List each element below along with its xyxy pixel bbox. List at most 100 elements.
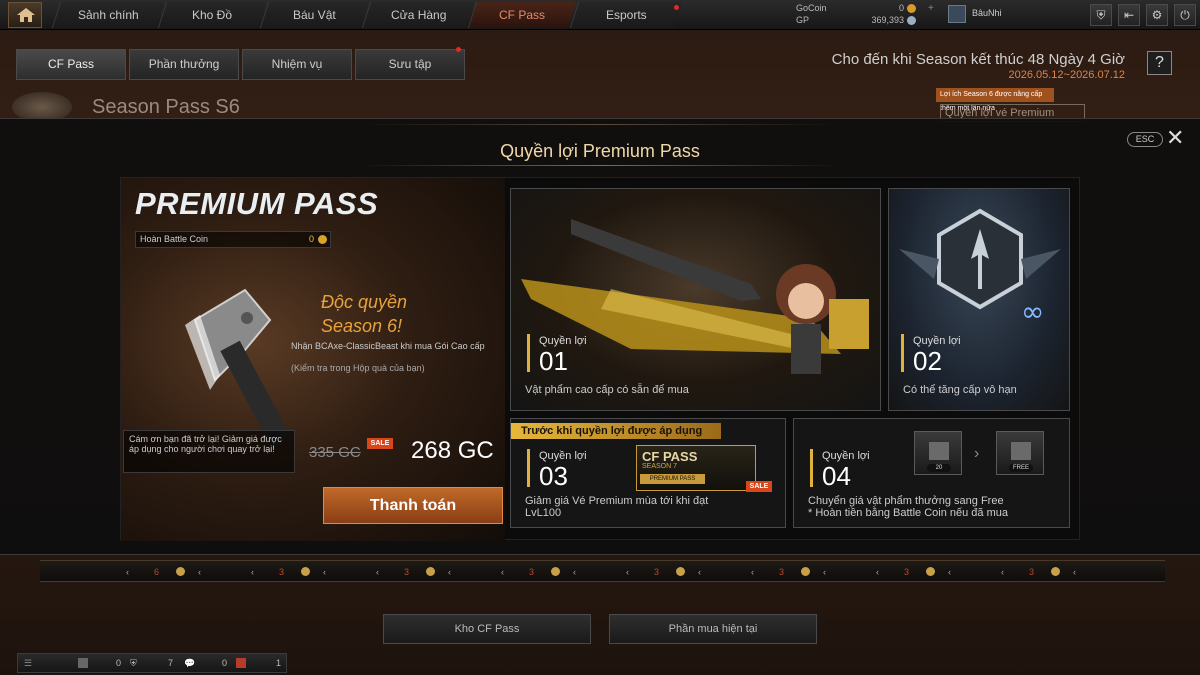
home-button[interactable] xyxy=(8,2,42,28)
notification-dot xyxy=(456,47,461,52)
gocoin-label: GoCoin xyxy=(796,3,827,13)
exclusive-note: (Kiểm tra trong Hộp quà của bạn) xyxy=(291,363,425,373)
reward-box-paid: 20 xyxy=(914,431,962,475)
title-divider xyxy=(360,165,840,166)
bottom-status-bar: ☰ 0 ⛨ 7 💬 0 1 xyxy=(17,653,287,673)
track-item[interactable]: ‹ 3 ‹ xyxy=(493,561,618,583)
background-ribbon: Lợi ích Season 6 được nâng cấp thêm một … xyxy=(936,88,1054,112)
user-name: BâuNhi xyxy=(972,8,1002,18)
coin-icon xyxy=(176,567,185,576)
benefit-description: Vật phẩm cao cấp có sẵn để mua xyxy=(525,384,689,396)
title-divider-top xyxy=(360,124,840,125)
subtab-collection[interactable]: Sưu tập xyxy=(355,49,465,80)
exclusive-description: Nhận BCAxe-ClassicBeast khi mua Gói Cao … xyxy=(291,341,485,351)
checkout-button[interactable]: Thanh toán xyxy=(323,487,503,524)
power-icon[interactable]: ⏻ xyxy=(1174,4,1196,26)
help-button[interactable]: ? xyxy=(1147,51,1172,75)
chat-icon[interactable]: 💬 xyxy=(184,658,195,669)
battle-coin-icon xyxy=(318,235,327,244)
original-price: 335 GC xyxy=(309,444,361,461)
shield-small-icon[interactable]: ⛨ xyxy=(130,658,137,669)
premium-pass-title: PREMIUM PASS xyxy=(135,186,379,221)
benefit-card-03: Trước khi quyền lợi được áp dụng Quyền l… xyxy=(510,418,786,528)
nav-tab-treasure[interactable]: Báu Vật xyxy=(259,2,369,28)
top-navigation-bar: Sảnh chính Kho Đồ Báu Vật Cửa Hàng CF Pa… xyxy=(0,0,1200,30)
returner-discount-note: Cám ơn bạn đã trở lại! Giảm giá được áp … xyxy=(123,430,295,473)
next-season-pass-ticket: CF PASS SEASON 7 PREMIUM PASS xyxy=(636,445,756,491)
menu-list-icon[interactable]: ☰ xyxy=(24,658,32,669)
nav-tab-esports[interactable]: Esports xyxy=(569,2,683,28)
pass-title: CF PASS xyxy=(642,449,698,464)
refund-value: 0 xyxy=(308,234,314,244)
track-item[interactable]: ‹ 3 ‹ xyxy=(868,561,993,583)
benefit-description: Có thể tăng cấp vô hạn xyxy=(903,384,1017,396)
season-date-range: 2026.05.12~2026.07.12 xyxy=(1008,69,1125,81)
pre-apply-header: Trước khi quyền lợi được áp dụng xyxy=(511,423,721,439)
home-icon xyxy=(17,8,35,22)
sale-badge: SALE xyxy=(367,438,393,449)
pass-premium-label: PREMIUM PASS xyxy=(640,474,705,484)
gift-icon[interactable] xyxy=(236,658,246,668)
benefit-card-04: Quyền lợi 04 20 › FREE Chuyển giá vật ph… xyxy=(793,418,1070,528)
counter-3: 0 xyxy=(222,658,228,668)
exclusive-heading-2: Season 6! xyxy=(321,316,403,336)
modal-title: Quyền lợi Premium Pass xyxy=(500,141,700,161)
background-season-title: Season Pass S6 xyxy=(92,96,240,118)
nav-tab-shop[interactable]: Cửa Hàng xyxy=(361,2,475,28)
track-item[interactable]: ‹ 3 ‹ xyxy=(368,561,493,583)
nav-tab-inventory[interactable]: Kho Đồ xyxy=(157,2,267,28)
exit-room-icon[interactable]: ⇤ xyxy=(1118,4,1140,26)
nav-tab-cf-pass[interactable]: CF Pass xyxy=(467,2,577,28)
infinity-icon: ∞ xyxy=(1021,295,1044,328)
subtab-cf-pass[interactable]: CF Pass xyxy=(16,49,126,80)
box-price: FREE xyxy=(1009,464,1033,472)
shield-icon[interactable]: ⛨ xyxy=(1090,4,1112,26)
benefit-number: 04 xyxy=(822,461,851,491)
track-item[interactable]: ‹ 3 ‹ xyxy=(243,561,368,583)
user-profile[interactable]: BâuNhi xyxy=(948,4,1068,26)
counter-4: 1 xyxy=(276,658,282,668)
premium-benefits-modal: Quyền lợi Premium Pass ESC ✕ PREMIUM PAS… xyxy=(0,118,1200,555)
benefit-number: 03 xyxy=(539,461,568,491)
gocoin-value: 0 xyxy=(898,3,904,13)
arrow-right-icon: › xyxy=(974,445,980,462)
premium-pass-section: PREMIUM PASS Hoàn Battle Coin 0 Độc quyề… xyxy=(121,178,505,541)
subtab-rewards[interactable]: Phần thưởng xyxy=(129,49,239,80)
benefit-accent-bar xyxy=(527,334,530,372)
coin-icon xyxy=(801,567,810,576)
exclusive-heading-1: Độc quyền xyxy=(321,292,408,312)
benefit-accent-bar xyxy=(901,334,904,372)
nav-tab-lobby[interactable]: Sảnh chính xyxy=(51,2,165,28)
benefit-accent-bar xyxy=(527,449,530,487)
reward-track: ‹ 6 ‹ ‹ 3 ‹ ‹ 3 ‹ ‹ 3 ‹ ‹ 3 ‹ ‹ 3 ‹ ‹ 3 ‹ ‹ 3 ‹ xyxy=(40,560,1165,582)
benefit-card-02: ∞ Quyền lợi 02 Có thể tăng cấp vô hạn xyxy=(888,188,1070,411)
cf-pass-storage-button[interactable]: Kho CF Pass xyxy=(383,614,591,644)
gp-label: GP xyxy=(796,15,810,25)
track-item[interactable]: ‹ 3 ‹ xyxy=(618,561,743,583)
gear-icon[interactable]: ⚙ xyxy=(1146,4,1168,26)
benefits-panel: PREMIUM PASS Hoàn Battle Coin 0 Độc quyề… xyxy=(120,177,1080,541)
refund-label: Hoàn Battle Coin xyxy=(140,234,209,244)
track-item[interactable]: ‹ 6 ‹ xyxy=(118,561,243,583)
rank-emblem-image: ∞ xyxy=(899,208,1061,328)
rank-icon xyxy=(948,5,966,23)
close-icon[interactable]: ✕ xyxy=(1166,126,1184,150)
coin-icon xyxy=(426,567,435,576)
track-item[interactable]: ‹ 3 ‹ xyxy=(743,561,868,583)
esc-key-hint[interactable]: ESC xyxy=(1127,132,1163,147)
pass-season: SEASON 7 xyxy=(642,463,678,470)
benefit-card-01: Quyền lợi 01 Vật phẩm cao cấp có sẵn để … xyxy=(510,188,881,411)
add-currency-icon[interactable]: + xyxy=(928,3,934,14)
sale-badge: SALE xyxy=(746,481,772,492)
gp-value: 369,393 xyxy=(871,15,904,25)
box-icon xyxy=(929,442,949,460)
coin-icon xyxy=(301,567,310,576)
season-countdown: Cho đến khi Season kết thúc 48 Ngày 4 Gi… xyxy=(831,51,1125,68)
current-purchase-button[interactable]: Phần mua hiện tại xyxy=(609,614,817,644)
benefit-accent-bar xyxy=(810,449,813,487)
subtab-missions[interactable]: Nhiệm vụ xyxy=(242,49,352,80)
benefit-description: Giảm giá Vé Premium mùa tới khi đạt LvL1… xyxy=(525,495,709,519)
track-item[interactable]: ‹ 3 ‹ xyxy=(993,561,1113,583)
notification-dot xyxy=(674,5,679,10)
benefit-description: Chuyển giá vật phẩm thưởng sang Free xyxy=(808,495,1004,507)
